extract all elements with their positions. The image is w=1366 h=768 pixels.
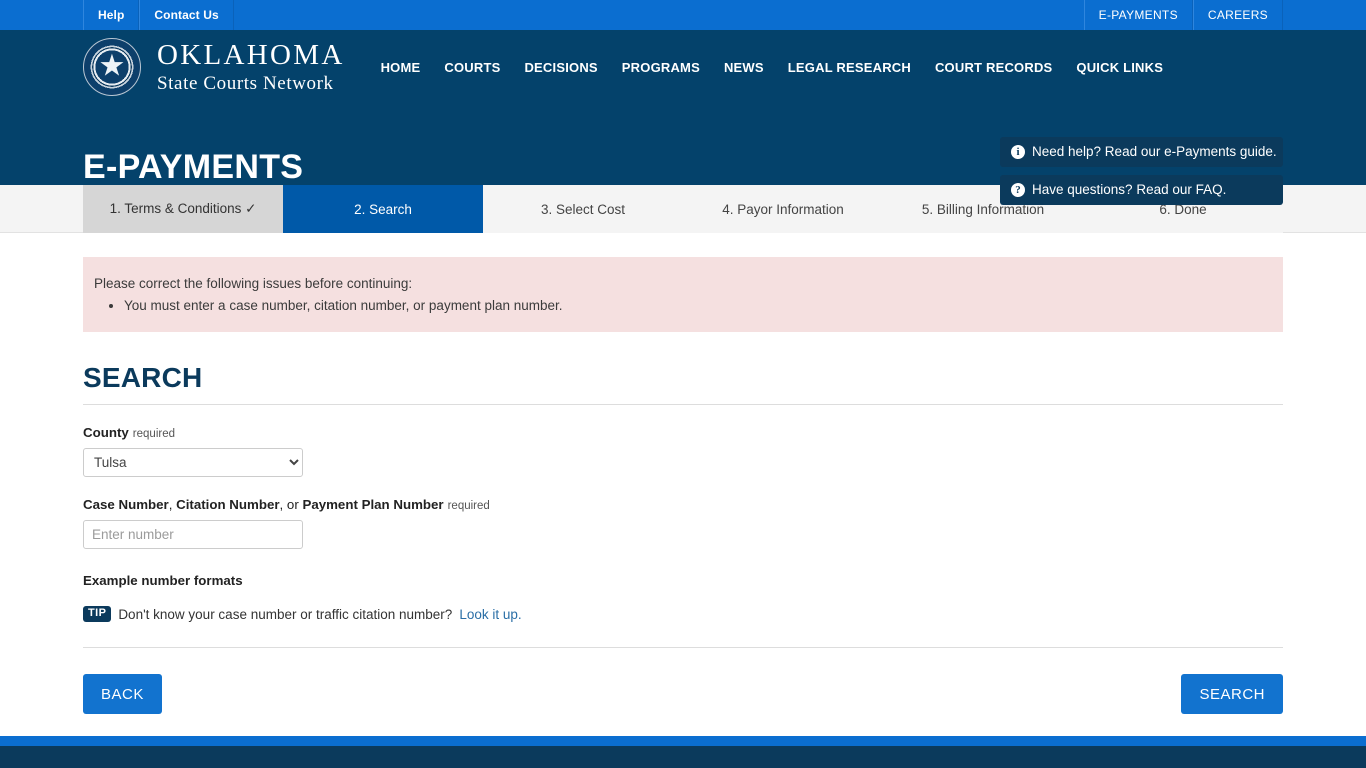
- question-icon: ?: [1011, 182, 1025, 197]
- county-label-text: County: [83, 425, 129, 441]
- top-utility-bar: Help Contact Us E-PAYMENTS CAREERS: [0, 0, 1366, 30]
- validation-error-alert: Please correct the following issues befo…: [83, 257, 1283, 333]
- main-content: Please correct the following issues befo…: [83, 257, 1283, 715]
- county-label: County required: [83, 425, 1283, 440]
- site-masthead: OKLAHOMA State Courts Network HOME COURT…: [0, 30, 1366, 205]
- county-select[interactable]: Tulsa: [83, 448, 303, 478]
- alert-item-list: You must enter a case number, citation n…: [94, 296, 1283, 316]
- logo-line-oklahoma: OKLAHOMA: [157, 39, 345, 71]
- step-search[interactable]: 2. Search: [283, 185, 483, 233]
- epayments-guide-label: Need help? Read our e-Payments guide.: [1032, 144, 1277, 159]
- page-title: E-PAYMENTS: [83, 148, 304, 186]
- number-label-payment-plan: Payment Plan Number: [302, 497, 444, 513]
- nav-item-programs[interactable]: PROGRAMS: [622, 60, 700, 75]
- number-input[interactable]: [83, 520, 303, 550]
- county-field: County required Tulsa: [83, 425, 1283, 478]
- section-title-search: SEARCH: [83, 362, 1283, 406]
- site-logo-wordmark[interactable]: OKLAHOMA State Courts Network: [157, 39, 345, 94]
- number-required-text: required: [447, 500, 490, 513]
- faq-link[interactable]: ? Have questions? Read our FAQ.: [1000, 175, 1283, 205]
- footer-accent-bar: [0, 736, 1366, 747]
- topbar-link-contact-us[interactable]: Contact Us: [139, 0, 234, 30]
- main-navigation: HOME COURTS DECISIONS PROGRAMS NEWS LEGA…: [381, 60, 1164, 75]
- search-button[interactable]: SEARCH: [1181, 674, 1283, 715]
- back-button[interactable]: BACK: [83, 674, 162, 715]
- tip-row: TIP Don't know your case number or traff…: [83, 606, 1283, 623]
- brand-row: OKLAHOMA State Courts Network HOME COURT…: [0, 30, 1366, 96]
- nav-item-quick-links[interactable]: QUICK LINKS: [1076, 60, 1163, 75]
- info-icon: i: [1011, 144, 1025, 159]
- nav-item-news[interactable]: NEWS: [724, 60, 764, 75]
- alert-heading: Please correct the following issues befo…: [94, 276, 413, 291]
- topbar-link-help[interactable]: Help: [83, 0, 140, 30]
- alert-item: You must enter a case number, citation n…: [124, 296, 1283, 316]
- state-seal-icon: [83, 38, 141, 96]
- nav-item-home[interactable]: HOME: [381, 60, 421, 75]
- number-label: Case Number, Citation Number, or Payment…: [83, 497, 1283, 512]
- tip-badge: TIP: [83, 606, 112, 623]
- topbar-link-careers[interactable]: CAREERS: [1192, 0, 1283, 30]
- faq-label: Have questions? Read our FAQ.: [1032, 182, 1227, 197]
- number-label-case: Case Number: [83, 497, 169, 513]
- tip-text: Don't know your case number or traffic c…: [118, 606, 453, 622]
- nav-item-courts[interactable]: COURTS: [444, 60, 500, 75]
- number-label-citation: Citation Number: [176, 497, 280, 513]
- epayments-guide-link[interactable]: i Need help? Read our e-Payments guide.: [1000, 137, 1283, 167]
- step-payor-information[interactable]: 4. Payor Information: [683, 185, 883, 233]
- step-select-cost[interactable]: 3. Select Cost: [483, 185, 683, 233]
- look-it-up-link[interactable]: Look it up.: [459, 607, 521, 622]
- number-field: Case Number, Citation Number, or Payment…: [83, 497, 1283, 550]
- topbar-link-e-payments[interactable]: E-PAYMENTS: [1083, 0, 1193, 30]
- nav-item-decisions[interactable]: DECISIONS: [524, 60, 597, 75]
- logo-line-state-courts-network: State Courts Network: [157, 73, 334, 94]
- nav-item-court-records[interactable]: COURT RECORDS: [935, 60, 1052, 75]
- form-actions: BACK SEARCH: [83, 647, 1283, 715]
- top-utility-right-links: E-PAYMENTS CAREERS: [1083, 0, 1283, 30]
- example-formats-heading: Example number formats: [83, 573, 243, 589]
- county-required-text: required: [132, 428, 175, 441]
- step-terms-conditions[interactable]: 1. Terms & Conditions ✓: [83, 185, 283, 233]
- number-label-sep2: , or: [279, 497, 303, 513]
- site-footer: OSCN COURTS DECISIONS PROGRAMS: [0, 746, 1366, 768]
- nav-item-legal-research[interactable]: LEGAL RESEARCH: [788, 60, 911, 75]
- help-box-group: i Need help? Read our e-Payments guide. …: [1000, 137, 1283, 213]
- top-utility-left-links: Help Contact Us: [83, 0, 234, 30]
